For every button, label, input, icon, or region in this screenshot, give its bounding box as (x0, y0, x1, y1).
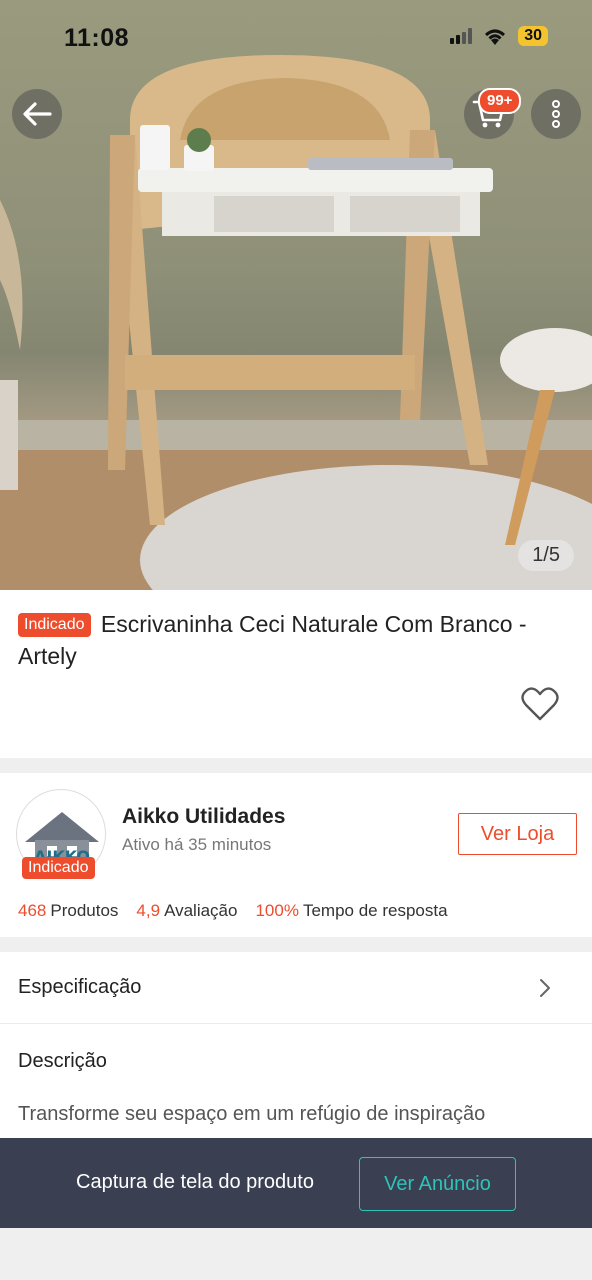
shop-card: AIKKO Indicado Aikko Utilidades Ativo há… (0, 773, 592, 937)
description-text: Transforme seu espaço em um refúgio de i… (18, 1103, 486, 1125)
screenshot-label: Captura de tela do produto (76, 1171, 314, 1193)
back-button[interactable] (12, 89, 62, 139)
stat-response-time: 100% Tempo de resposta (255, 901, 448, 920)
heart-icon (521, 687, 559, 721)
wifi-icon (485, 29, 506, 45)
description-section: Descrição Transforme seu espaço em um re… (0, 1024, 592, 1138)
description-title: Descrição (18, 1050, 107, 1072)
specification-row[interactable]: Especificação (0, 952, 592, 1024)
visit-shop-button[interactable]: Ver Loja (458, 813, 577, 855)
shop-stats: 468 Produtos 4,9 Avaliação 100% Tempo de re… (18, 901, 448, 921)
stat-products: 468 Produtos (18, 901, 119, 920)
cart-count-badge: 99+ (478, 88, 522, 114)
image-pager: 1/5 (518, 540, 574, 571)
footer-spacer (0, 1228, 592, 1280)
product-title: Indicado Escrivaninha Ceci Naturale Com … (18, 608, 578, 672)
arrow-left-icon (23, 102, 52, 126)
battery-indicator: 30 (518, 26, 548, 46)
shop-recommended-tag: Indicado (22, 857, 95, 879)
product-title-card: Indicado Escrivaninha Ceci Naturale Com … (0, 590, 592, 758)
chevron-right-icon (540, 979, 550, 997)
shop-name[interactable]: Aikko Utilidades (122, 805, 285, 829)
specification-label: Especificação (18, 976, 142, 998)
product-image-carousel[interactable]: 11:08 30 99+ 1/5 (0, 0, 592, 590)
status-icons: 30 (450, 26, 548, 46)
signal-icon (450, 28, 473, 44)
favorite-button[interactable] (520, 686, 560, 722)
bottom-action-bar: Captura de tela do produto Ver Anúncio (0, 1138, 592, 1228)
recommended-tag: Indicado (18, 613, 91, 637)
shop-active-status: Ativo há 35 minutos (122, 835, 272, 854)
more-vertical-icon (552, 100, 560, 128)
view-ad-button[interactable]: Ver Anúncio (359, 1157, 516, 1211)
status-time: 11:08 (64, 24, 130, 52)
product-title-text: Escrivaninha Ceci Naturale Com Branco - … (18, 611, 527, 669)
stat-rating: 4,9 Avaliação (136, 901, 238, 920)
more-options-button[interactable] (531, 89, 581, 139)
